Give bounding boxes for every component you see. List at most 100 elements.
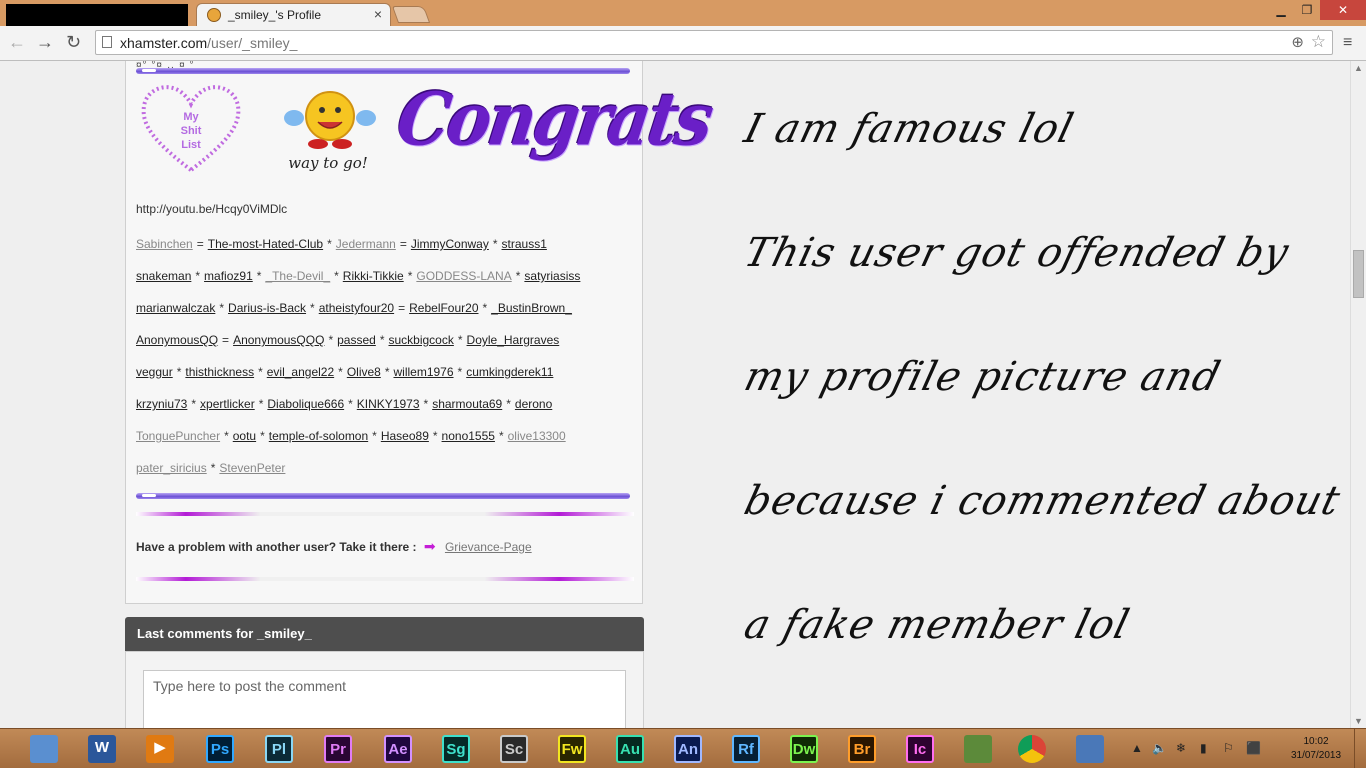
vertical-scrollbar[interactable]: ▲ ▼ xyxy=(1350,61,1366,728)
user-link[interactable]: Olive8 xyxy=(347,365,381,379)
user-link[interactable]: suckbigcock xyxy=(388,333,453,347)
audition-taskbar-icon[interactable]: Au xyxy=(616,735,644,763)
bookmark-star-icon[interactable]: ☆ xyxy=(1311,32,1326,52)
url-text[interactable]: xhamster.com/user/_smiley_ xyxy=(120,35,297,51)
heart-list-image[interactable]: My Shit List xyxy=(136,78,246,178)
minecraft-taskbar-icon[interactable] xyxy=(964,735,992,763)
volume-icon[interactable]: 🔈 xyxy=(1152,741,1167,755)
address-bar[interactable]: xhamster.com/user/_smiley_ ⊕ ☆ xyxy=(95,30,1333,55)
user-link[interactable]: olive13300 xyxy=(508,429,566,443)
thumbs-up-smiley-image[interactable]: way to go! xyxy=(278,80,378,180)
user-link[interactable]: Haseo89 xyxy=(381,429,429,443)
show-desktop-button[interactable] xyxy=(1354,729,1366,768)
clock-date: 31/07/2013 xyxy=(1290,750,1342,761)
user-link[interactable]: nono1555 xyxy=(442,429,495,443)
user-link[interactable]: Diabolique666 xyxy=(267,397,344,411)
user-link[interactable]: thisthickness xyxy=(185,365,254,379)
battery-icon[interactable]: ▮ xyxy=(1200,741,1207,755)
grievance-page-link[interactable]: Grievance-Page xyxy=(445,540,532,554)
youtube-link[interactable]: http://youtu.be/Hcqy0ViMDlc xyxy=(136,202,287,216)
user-link[interactable]: sharmouta69 xyxy=(432,397,502,411)
congrats-image-text[interactable]: Congrats xyxy=(392,76,716,162)
incopy-taskbar-icon[interactable]: Ic xyxy=(906,735,934,763)
user-link[interactable]: willem1976 xyxy=(394,365,454,379)
user-link[interactable]: Jedermann xyxy=(336,237,396,251)
forward-arrow-icon[interactable]: → xyxy=(36,32,54,52)
network-icon[interactable]: ⬛ xyxy=(1246,741,1261,755)
user-link[interactable]: Rikki-Tikkie xyxy=(343,269,404,283)
user-link[interactable]: veggur xyxy=(136,365,173,379)
snowflake-tray-icon[interactable]: ❄ xyxy=(1176,741,1186,755)
flash-taskbar-icon[interactable]: Rf xyxy=(732,735,760,763)
comments-box xyxy=(125,651,644,728)
user-link[interactable]: xpertlicker xyxy=(200,397,255,411)
separator: * xyxy=(423,397,429,411)
user-link[interactable]: AnonymousQQQ xyxy=(233,333,324,347)
user-link[interactable]: passed xyxy=(337,333,376,347)
redacted-tab[interactable] xyxy=(6,4,188,26)
paint-taskbar-icon[interactable] xyxy=(1076,735,1104,763)
user-link[interactable]: evil_angel22 xyxy=(267,365,334,379)
close-tab-icon[interactable]: × xyxy=(374,6,382,22)
photoshop-taskbar-icon[interactable]: Ps xyxy=(206,735,234,763)
fireworks-taskbar-icon[interactable]: Fw xyxy=(558,735,586,763)
system-clock[interactable]: 10:02 31/07/2013 xyxy=(1290,735,1342,763)
user-link[interactable]: The-most-Hated-Club xyxy=(208,237,323,251)
close-window-button[interactable]: ✕ xyxy=(1320,0,1366,20)
animate-taskbar-icon[interactable]: An xyxy=(674,735,702,763)
premiere-taskbar-icon[interactable]: Pr xyxy=(324,735,352,763)
new-tab-button[interactable] xyxy=(391,6,431,23)
user-link[interactable]: Sabinchen xyxy=(136,237,193,251)
user-link[interactable]: RebelFour20 xyxy=(409,301,478,315)
scroll-up-icon[interactable]: ▲ xyxy=(1354,63,1363,73)
user-link[interactable]: cumkingderek11 xyxy=(466,365,553,379)
separator: * xyxy=(260,429,265,443)
chrome-taskbar-icon[interactable] xyxy=(1018,735,1046,763)
reload-icon[interactable]: ↻ xyxy=(66,32,81,52)
minimize-button[interactable]: ▁ xyxy=(1268,0,1294,20)
back-arrow-icon[interactable]: ← xyxy=(8,32,26,52)
comment-input[interactable] xyxy=(143,670,626,728)
arrow-right-icon: ➡ xyxy=(423,538,436,554)
script-line-1: I am famous lol xyxy=(739,106,1079,152)
tab-profile[interactable]: _smiley_'s Profile × xyxy=(196,3,391,26)
user-link[interactable]: JimmyConway xyxy=(411,237,489,251)
user-link[interactable]: krzyniu73 xyxy=(136,397,187,411)
tray-arrow-icon[interactable]: ▲ xyxy=(1131,741,1143,755)
word-taskbar-icon[interactable]: W xyxy=(88,735,116,763)
control-panel-taskbar-icon[interactable] xyxy=(30,735,58,763)
user-link[interactable]: derono xyxy=(515,397,552,411)
user-link[interactable]: _The-Devil_ xyxy=(265,269,330,283)
browser-toolbar: ← → ↻ xhamster.com/user/_smiley_ ⊕ ☆ ≡ xyxy=(0,26,1366,61)
user-link[interactable]: AnonymousQQ xyxy=(136,333,218,347)
prelude-taskbar-icon[interactable]: Pl xyxy=(265,735,293,763)
zoom-icon[interactable]: ⊕ xyxy=(1291,33,1304,51)
user-link[interactable]: satyriasiss xyxy=(524,269,580,283)
action-center-flag-icon[interactable]: ⚐ xyxy=(1223,741,1234,755)
scroll-down-icon[interactable]: ▼ xyxy=(1354,716,1363,726)
after-effects-taskbar-icon[interactable]: Ae xyxy=(384,735,412,763)
dreamweaver-taskbar-icon[interactable]: Dw xyxy=(790,735,818,763)
chrome-menu-icon[interactable]: ≡ xyxy=(1343,34,1352,52)
user-link[interactable]: strauss1 xyxy=(502,237,547,251)
user-link[interactable]: _BustinBrown_ xyxy=(491,301,572,315)
user-link[interactable]: temple-of-solomon xyxy=(269,429,368,443)
user-link[interactable]: mafioz91 xyxy=(204,269,253,283)
user-link[interactable]: TonguePuncher xyxy=(136,429,220,443)
user-link[interactable]: pater_siricius xyxy=(136,461,207,475)
user-link[interactable]: snakeman xyxy=(136,269,191,283)
user-link[interactable]: Darius-is-Back xyxy=(228,301,306,315)
bridge-taskbar-icon[interactable]: Br xyxy=(848,735,876,763)
maximize-button[interactable]: ❐ xyxy=(1294,0,1320,20)
scout-taskbar-icon[interactable]: Sc xyxy=(500,735,528,763)
user-link[interactable]: atheistyfour20 xyxy=(319,301,394,315)
media-player-taskbar-icon[interactable]: ▶ xyxy=(146,735,174,763)
speedgrade-taskbar-icon[interactable]: Sg xyxy=(442,735,470,763)
user-link[interactable]: KINKY1973 xyxy=(357,397,420,411)
scroll-thumb[interactable] xyxy=(1353,250,1364,298)
user-link[interactable]: GODDESS-LANA xyxy=(416,269,511,283)
user-link[interactable]: Doyle_Hargraves xyxy=(467,333,560,347)
user-link[interactable]: marianwalczak xyxy=(136,301,215,315)
user-link[interactable]: ootu xyxy=(233,429,256,443)
user-link[interactable]: StevenPeter xyxy=(219,461,285,475)
